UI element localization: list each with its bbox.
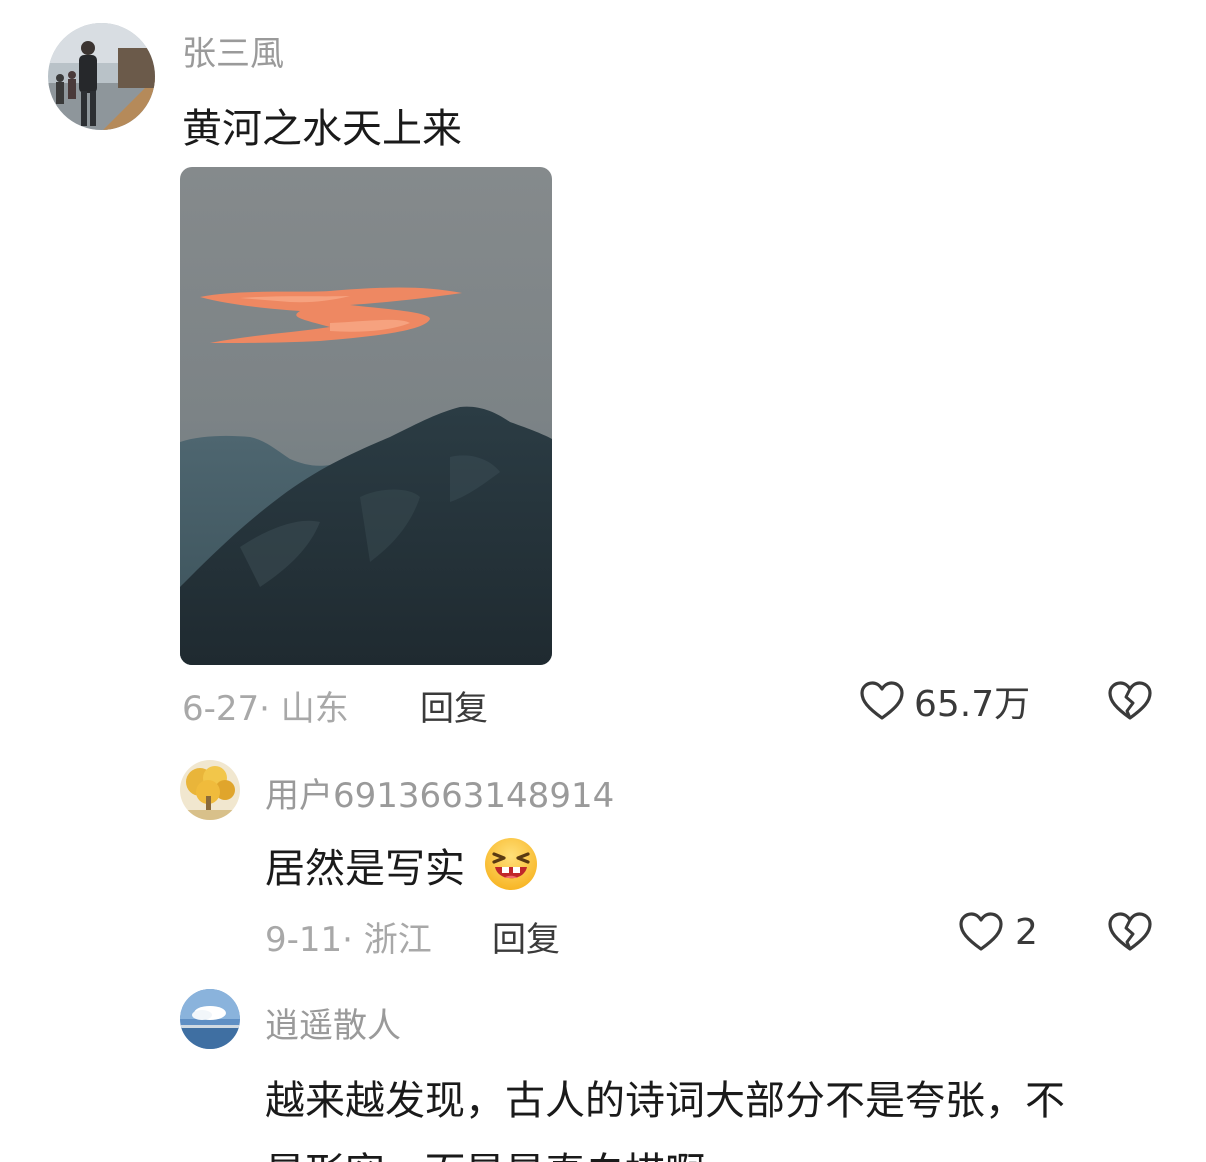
heart-icon [957,908,1005,956]
comment-image[interactable] [180,167,552,665]
comment-thread: 张三風 黄河之水天上来 6-27· 山东 回复 65.7万 用户69136631… [0,0,1206,1162]
comment-text: 居然是写实 [265,836,540,894]
reply-button[interactable]: 回复 [492,912,560,961]
comment-date: 6-27 [182,689,260,729]
comment-meta: 9-11· 浙江 [265,920,432,960]
like-button[interactable]: 2 [957,907,1038,957]
comment-text-line-1: 越来越发现，古人的诗词大部分不是夸张，不 [265,1078,1065,1124]
like-count: 65.7万 [914,684,1031,725]
comment-text: 黄河之水天上来 [182,106,462,152]
laughing-emoji-icon [482,836,540,892]
dislike-broken-heart-icon[interactable] [1106,677,1154,725]
comment-meta: 6-27· 山东 [182,689,349,729]
comment-1: 张三風 黄河之水天上来 6-27· 山东 回复 65.7万 [0,0,1206,740]
comment-date: 9-11 [265,920,343,960]
heart-icon [858,677,906,725]
username[interactable]: 用户6913663148914 [265,768,614,817]
reply-button[interactable]: 回复 [420,681,488,730]
comment-location: 浙江 [363,920,432,960]
dislike-broken-heart-icon[interactable] [1106,908,1154,956]
comment-text-body: 居然是写实 [265,846,465,892]
comment-2: 用户6913663148914 居然是写实 9-11· 浙江 回复 2 [0,740,1206,980]
avatar[interactable] [48,23,155,130]
username[interactable]: 逍遥散人 [265,998,401,1047]
avatar[interactable] [180,989,240,1049]
comment-3: 逍遥散人 越来越发现，古人的诗词大部分不是夸张，不 是形容，而是是真白描啊 [0,980,1206,1162]
like-count: 2 [1015,911,1038,953]
comment-text-line-2: 是形容，而是是真白描啊 [265,1140,705,1162]
comment-location: 山东 [280,689,349,729]
username[interactable]: 张三風 [182,26,284,75]
avatar[interactable] [180,760,240,820]
like-button[interactable]: 65.7万 [858,676,1030,726]
